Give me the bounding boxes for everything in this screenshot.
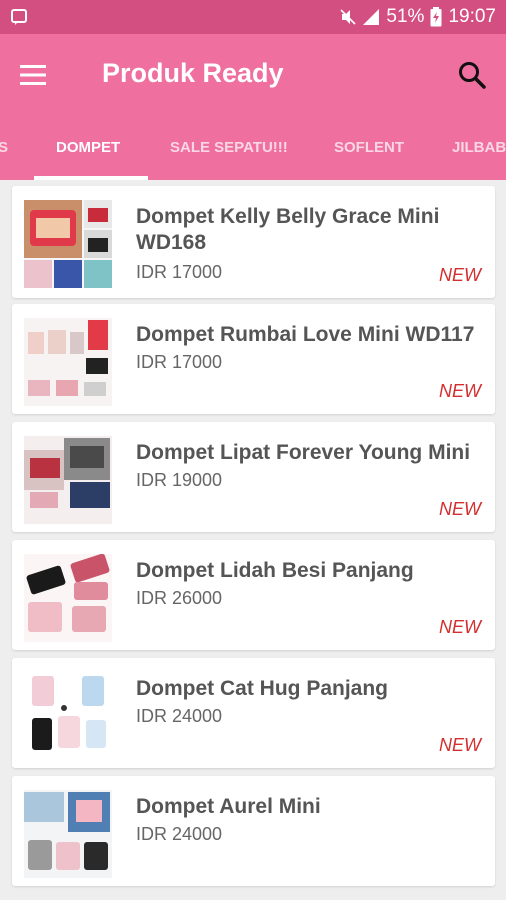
silent-mode-icon: [340, 9, 356, 25]
new-badge: NEW: [439, 265, 481, 285]
new-badge: NEW: [439, 617, 481, 637]
status-bar: 51% 19:07: [0, 0, 506, 34]
product-price: IDR 24000: [136, 824, 223, 844]
battery-charging-icon: [430, 7, 442, 27]
notification-icon: [11, 9, 27, 25]
product-list: Dompet Kelly Belly Grace Mini WD168 IDR …: [0, 180, 506, 900]
search-icon[interactable]: [456, 59, 488, 91]
product-card[interactable]: Dompet Lipat Forever Young Mini IDR 1900…: [12, 422, 495, 532]
product-thumbnail: [24, 436, 112, 524]
tab-soflent[interactable]: SOFLENT: [334, 116, 404, 180]
product-card[interactable]: Dompet Rumbai Love Mini WD117 IDR 17000 …: [12, 304, 495, 414]
new-badge: NEW: [439, 735, 481, 755]
tab-dompet[interactable]: DOMPET: [56, 116, 120, 180]
tab-sale-sepatu[interactable]: SALE SEPATU!!!: [170, 116, 288, 180]
product-thumbnail: [24, 200, 112, 288]
product-name: Dompet Cat Hug Panjang: [136, 677, 389, 700]
product-card[interactable]: Dompet Aurel Mini IDR 24000: [12, 776, 495, 886]
product-thumbnail: [24, 790, 112, 878]
product-thumbnail: [24, 554, 112, 642]
hamburger-menu-icon[interactable]: [18, 62, 48, 88]
signal-icon: [363, 9, 380, 25]
product-price: IDR 24000: [136, 706, 223, 726]
product-thumbnail: [24, 318, 112, 406]
product-price: IDR 26000: [136, 588, 223, 608]
product-name: Dompet Kelly Belly Grace Mini WD168: [136, 205, 440, 254]
new-badge: NEW: [439, 499, 481, 519]
product-name: Dompet Rumbai Love Mini WD117: [136, 323, 475, 346]
product-price: IDR 17000: [136, 352, 223, 372]
product-thumbnail: [24, 672, 112, 760]
product-name: Dompet Aurel Mini: [136, 795, 321, 818]
product-price: IDR 19000: [136, 470, 223, 490]
product-card[interactable]: Dompet Lidah Besi Panjang IDR 26000 NEW: [12, 540, 495, 650]
battery-percent: 51%: [386, 6, 425, 27]
tab-jilbab[interactable]: JILBAB: [452, 116, 506, 180]
product-card[interactable]: Dompet Cat Hug Panjang IDR 24000 NEW: [12, 658, 495, 768]
product-name: Dompet Lidah Besi Panjang: [136, 559, 414, 582]
page-title: Produk Ready: [102, 58, 284, 88]
new-badge: NEW: [439, 381, 481, 401]
product-card[interactable]: Dompet Kelly Belly Grace Mini WD168 IDR …: [12, 186, 495, 298]
category-tabs: S DOMPET SALE SEPATU!!! SOFLENT JILBAB: [0, 116, 506, 180]
product-price: IDR 17000: [136, 262, 223, 282]
clock: 19:07: [448, 6, 496, 27]
product-name: Dompet Lipat Forever Young Mini: [136, 441, 471, 464]
tab-previous[interactable]: S: [0, 116, 8, 180]
app-bar: Produk Ready: [0, 34, 506, 116]
